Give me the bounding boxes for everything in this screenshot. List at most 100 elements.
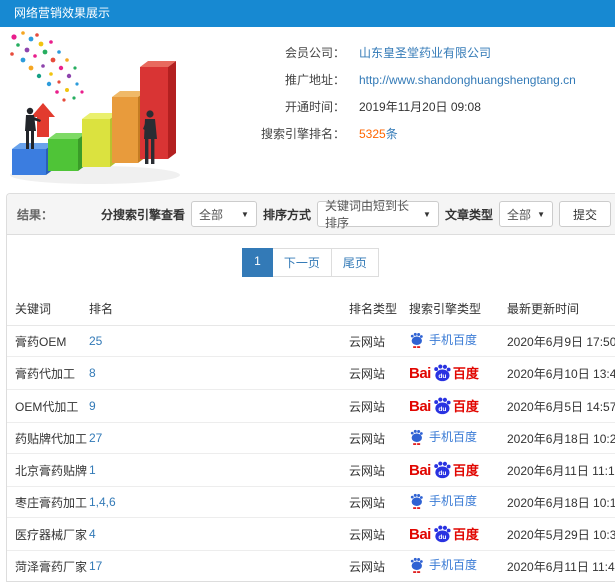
baidu-logo: Bai du 百度 — [409, 362, 479, 384]
rank-cell: 27 — [87, 422, 347, 454]
rank-link[interactable]: 8 — [89, 366, 96, 380]
rank-link[interactable]: 25 — [89, 334, 102, 348]
mobile-baidu-label: 手机百度 — [429, 429, 478, 444]
keyword-cell: 枣庄膏药加工 — [7, 486, 87, 518]
rank-cell: 4 — [87, 517, 347, 551]
mobile-baidu-logo: 手机百度 — [409, 556, 477, 573]
sort-filter-value: 关键词由短到长排序 — [324, 199, 409, 230]
baidu-paw-icon: du — [434, 397, 451, 415]
mobile-baidu-paw-icon — [410, 429, 423, 445]
baidu-paw-icon: du — [434, 364, 451, 382]
mobile-baidu-logo: 手机百度 — [409, 492, 477, 509]
rank-type-cell: 云网站 — [347, 517, 407, 551]
table-head-row: 关键词 排名 排名类型 搜索引擎类型 最新更新时间 — [7, 292, 615, 326]
info-row-url: 推广地址： http://www.shandonghuangshengtang.… — [195, 66, 615, 93]
keyword-cell: 膏药代加工 — [7, 356, 87, 390]
rank-link[interactable]: 1 — [89, 463, 96, 477]
info-row-open-time: 开通时间： 2019年11月20日 09:08 — [195, 93, 615, 120]
engine-filter-select[interactable]: 全部 ▼ — [190, 201, 257, 227]
promo-url-link[interactable]: http://www.shandonghuangshengtang.cn — [359, 73, 576, 87]
last-page-button[interactable]: 尾页 — [330, 248, 379, 277]
engine-cell: Bai du 百度 — [407, 517, 505, 551]
rank-type-cell: 云网站 — [347, 356, 407, 390]
keyword-cell: 菏泽膏药厂家 — [7, 550, 87, 581]
rank-type-cell: 云网站 — [349, 334, 386, 349]
updated-cell: 2020年6月11日 11:40 — [505, 550, 615, 581]
keyword-cell: 膏药OEM — [15, 334, 67, 349]
rank-link[interactable]: 17 — [89, 559, 102, 573]
engine-cell: Bai du 百度 — [407, 356, 505, 390]
updated-cell: 2020年6月5日 14:57 — [505, 389, 615, 423]
pagination: 1 下一页 尾页 — [7, 235, 615, 287]
baidu-paw-du-text: du — [438, 534, 446, 541]
filter-bar: 结果： 分搜索引擎查看 全部 ▼ 排序方式 关键词由短到长排序 ▼ 文章类型 全… — [7, 194, 615, 235]
mobile-baidu-logo: 手机百度 — [409, 331, 477, 348]
article-type-value: 全部 — [506, 207, 531, 222]
baidu-paw-icon: du — [434, 525, 451, 543]
updated-cell: 2020年6月18日 10:19 — [505, 486, 615, 518]
rank-type-cell: 云网站 — [347, 453, 407, 487]
updated-cell: 2020年6月9日 17:50 — [507, 334, 615, 349]
promo-url-label: 推广地址： — [284, 73, 345, 87]
page-title: 网络营销效果展示 — [14, 6, 111, 20]
baidu-logo-bai-text: Bai — [409, 397, 431, 415]
rank-type-cell: 云网站 — [347, 550, 407, 581]
rank-link[interactable]: 9 — [89, 399, 96, 413]
submit-button[interactable]: 提交 — [558, 201, 611, 227]
updated-cell: 2020年6月18日 10:25 — [505, 422, 615, 454]
article-type-select[interactable]: 全部 ▼ — [498, 201, 553, 227]
page-title-bar: 网络营销效果展示 — [0, 0, 615, 27]
table-row: 北京膏药贴牌 1 云网站 Bai du 百度 2020年6月11日 11:18 — [7, 453, 615, 487]
info-row-rank-count: 搜索引擎排名： 5325条 — [195, 120, 615, 147]
results-table: 关键词 排名 排名类型 搜索引擎类型 最新更新时间 膏药OEM 25 云网站 手机百度 … — [7, 292, 615, 581]
confetti-dots — [10, 31, 84, 102]
baidu-logo: Bai du 百度 — [409, 523, 479, 545]
rank-link[interactable]: 1,4,6 — [89, 495, 116, 509]
rank-cell: 1,4,6 — [87, 486, 347, 518]
baidu-paw-du-text: du — [438, 406, 446, 413]
engine-filter-value: 全部 — [198, 207, 223, 222]
result-label: 结果： — [17, 207, 54, 222]
rank-type-cell: 云网站 — [347, 422, 407, 454]
article-type-label: 文章类型 — [444, 207, 493, 222]
baidu-logo-bai-text: Bai — [409, 364, 431, 382]
page-1-button[interactable]: 1 — [242, 248, 273, 277]
rank-count-value: 5325条 — [359, 125, 398, 142]
sort-filter-label: 排序方式 — [262, 207, 311, 222]
next-page-button[interactable]: 下一页 — [271, 248, 332, 277]
rank-cell: 17 — [87, 550, 347, 581]
company-name-link[interactable]: 山东皇圣堂药业有限公司 — [359, 44, 491, 61]
keyword-cell: 药贴牌代加工 — [7, 422, 87, 454]
engine-filter-label: 分搜索引擎查看 — [100, 207, 185, 222]
rank-link[interactable]: 27 — [89, 431, 102, 445]
rank-link[interactable]: 4 — [89, 527, 96, 541]
caret-down-icon: ▼ — [537, 209, 545, 219]
marketing-growth-graphic — [0, 27, 195, 189]
baidu-logo-bai-text: Bai — [409, 525, 431, 543]
column-header: 排名 — [87, 292, 347, 326]
company-info-section: 会员公司： 山东皇圣堂药业有限公司 推广地址： http://www.shand… — [0, 27, 615, 193]
mobile-baidu-paw-icon — [410, 557, 423, 573]
table-row: 膏药OEM 25 云网站 手机百度 2020年6月9日 17:50 — [7, 326, 615, 357]
engine-cell: 手机百度 — [407, 326, 505, 357]
mobile-baidu-label: 手机百度 — [429, 332, 478, 347]
keyword-cell: OEM代加工 — [7, 389, 87, 423]
results-body: 1 下一页 尾页 关键词 排名 排名类型 搜索引擎类型 最新更新时间 膏药OEM 25 … — [7, 235, 615, 581]
sort-filter-select[interactable]: 关键词由短到长排序 ▼ — [316, 199, 439, 230]
mobile-baidu-label: 手机百度 — [429, 493, 478, 508]
baidu-logo-cn-text: 百度 — [452, 365, 479, 381]
engine-cell: 手机百度 — [407, 550, 505, 581]
baidu-logo: Bai du 百度 — [409, 459, 479, 481]
rank-count-label: 搜索引擎排名： — [260, 127, 345, 141]
rank-cell: 25 — [87, 326, 347, 357]
info-row-company: 会员公司： 山东皇圣堂药业有限公司 — [195, 39, 615, 66]
caret-down-icon: ▼ — [241, 209, 249, 219]
updated-cell: 2020年6月10日 13:40 — [505, 356, 615, 390]
updated-cell: 2020年6月11日 11:18 — [505, 453, 615, 487]
company-info-list: 会员公司： 山东皇圣堂药业有限公司 推广地址： http://www.shand… — [195, 27, 615, 193]
open-time-label: 开通时间： — [284, 100, 345, 114]
table-row: 药贴牌代加工 27 云网站 手机百度 2020年6月18日 10:25 — [7, 422, 615, 454]
column-header: 排名类型 — [347, 292, 407, 326]
open-time-value: 2019年11月20日 09:08 — [359, 100, 481, 114]
baidu-paw-du-text: du — [438, 470, 446, 477]
